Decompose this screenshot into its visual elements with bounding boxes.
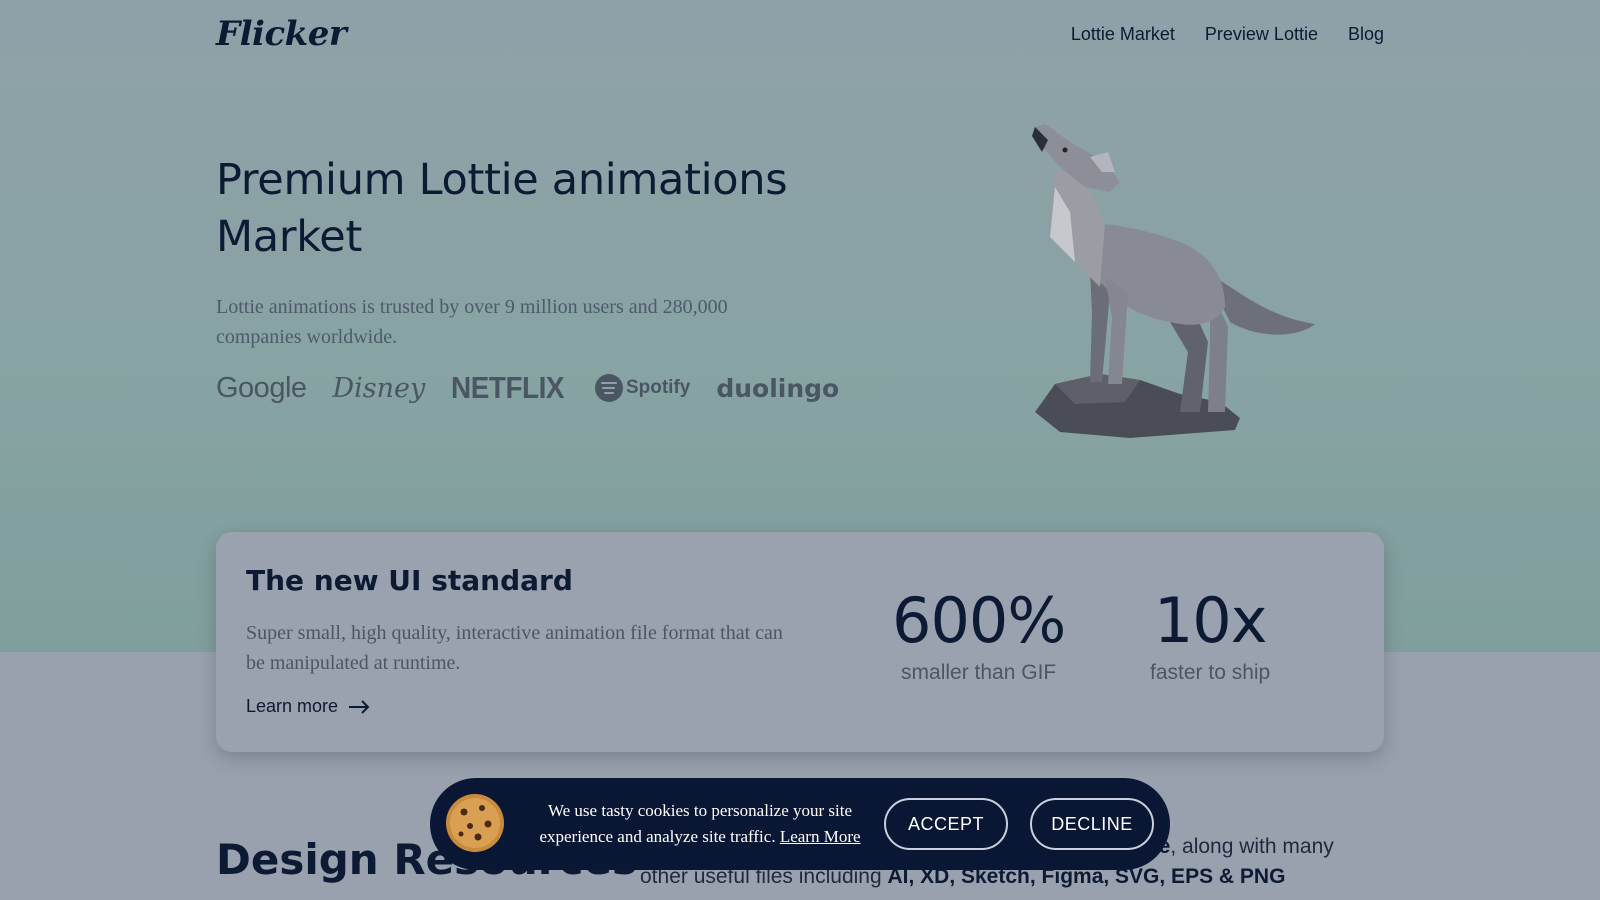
spotify-icon bbox=[594, 374, 623, 402]
stat-label: faster to ship bbox=[1150, 661, 1271, 684]
spotify-wordmark: Spotify bbox=[625, 377, 691, 398]
learn-more-link[interactable]: Learn more bbox=[246, 696, 370, 717]
spotify-logo: Spotify bbox=[594, 374, 691, 402]
nav-link-lottie-market[interactable]: Lottie Market bbox=[1071, 24, 1175, 45]
arrow-right-icon bbox=[349, 699, 370, 714]
card-description: Super small, high quality, interactive a… bbox=[246, 622, 783, 674]
hero-subtitle: Lottie animations is trusted by over 9 m… bbox=[216, 296, 728, 348]
decline-cookies-button[interactable]: DECLINE bbox=[1030, 798, 1154, 850]
cookie-banner: We use tasty cookies to personalize your… bbox=[430, 778, 1170, 870]
stat-value: 10x bbox=[1153, 584, 1268, 657]
stat-label: smaller than GIF bbox=[901, 661, 1057, 684]
nav-link-blog[interactable]: Blog bbox=[1348, 24, 1384, 45]
disney-logo: Disney bbox=[332, 372, 426, 404]
netflix-logo: NETFLIX bbox=[451, 370, 565, 405]
stat-faster-to-ship: 10x faster to ship bbox=[1150, 584, 1270, 685]
card-title: The new UI standard bbox=[246, 564, 573, 597]
stat-value: 600% bbox=[892, 584, 1066, 657]
text-part: , along with many bbox=[1170, 835, 1334, 858]
main-nav: Lottie Market Preview Lottie Blog bbox=[1071, 24, 1384, 45]
accept-cookies-button[interactable]: ACCEPT bbox=[884, 798, 1008, 850]
cookie-message: We use tasty cookies to personalize your… bbox=[530, 798, 870, 850]
nav-link-preview-lottie[interactable]: Preview Lottie bbox=[1205, 24, 1318, 45]
howling-wolf-illustration bbox=[1032, 124, 1315, 438]
hero-title: Premium Lottie animations Market bbox=[216, 155, 788, 262]
stat-smaller-than-gif: 600% smaller than GIF bbox=[892, 584, 1066, 685]
learn-more-label: Learn more bbox=[246, 696, 339, 716]
ui-standard-card: The new UI standard Super small, high qu… bbox=[216, 532, 1384, 752]
brand-logos: Google Disney NETFLIX Spotify duolingo bbox=[216, 370, 839, 406]
duolingo-logo: duolingo bbox=[716, 373, 840, 403]
google-logo: Google bbox=[216, 371, 307, 404]
cookie-icon bbox=[446, 794, 504, 852]
site-logo[interactable]: Flicker bbox=[216, 14, 347, 54]
cookie-learn-more-link[interactable]: Learn More bbox=[780, 827, 861, 846]
